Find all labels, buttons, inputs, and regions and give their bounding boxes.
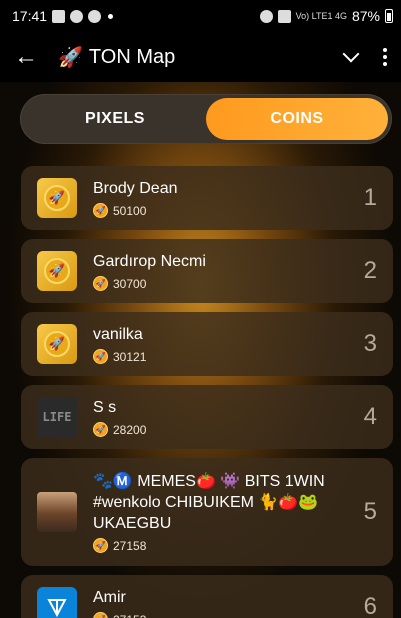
player-name: Brody Dean <box>93 180 178 197</box>
ton-logo-icon <box>37 587 77 618</box>
page-title: 🚀 TON Map <box>58 45 175 70</box>
coin-icon: 🚀 <box>93 612 108 618</box>
back-arrow-icon[interactable]: ← <box>14 43 50 71</box>
rank-number: 2 <box>363 257 377 284</box>
avatar: LIFE <box>37 397 77 437</box>
rocket-coin-icon: 🚀 <box>44 258 70 284</box>
leaderboard-panel: PIXELS COINS 🚀 Brody Dean 🚀 50100 1 🚀 Gar… <box>0 82 401 618</box>
title-text: TON Map <box>88 45 176 68</box>
rank-number: 1 <box>363 184 377 211</box>
player-name: Amir <box>93 589 126 606</box>
battery-percent: 87% <box>351 8 380 24</box>
rank-number: 3 <box>363 330 377 357</box>
coin-icon: 🚀 <box>93 538 108 553</box>
alarm-icon <box>259 9 273 23</box>
player-name: 🐾Ⓜ️ MEMES🍅 👾 BITS 1WIN #wenkolo CHIBUIKE… <box>93 473 325 532</box>
notification-dot-icon <box>108 13 114 19</box>
avatar: 🚀 <box>37 324 77 364</box>
avatar: 🚀 <box>37 178 77 218</box>
more-menu-icon[interactable] <box>383 48 387 66</box>
list-item[interactable]: 🚀 Brody Dean 🚀 50100 1 <box>21 166 393 230</box>
coin-icon: 🚀 <box>93 276 108 291</box>
battery-icon <box>385 9 393 23</box>
player-name: S s <box>93 399 117 416</box>
player-score: 30700 <box>113 276 147 291</box>
tab-pixels[interactable]: PIXELS <box>24 98 206 140</box>
mute-icon <box>277 9 291 23</box>
player-score: 27158 <box>113 538 147 553</box>
rocket-icon: 🚀 <box>58 46 83 69</box>
segment-toggle: PIXELS COINS <box>20 94 392 144</box>
coin-icon: 🚀 <box>93 349 108 364</box>
list-item[interactable]: LIFE S s 🚀 28200 4 <box>21 385 393 449</box>
list-item[interactable]: 🚀 Gardırop Necmi 🚀 30700 2 <box>21 239 393 303</box>
list-item[interactable]: Amir 🚀 27153 6 <box>21 575 393 618</box>
coin-icon: 🚀 <box>93 203 108 218</box>
player-score: 27153 <box>113 613 146 618</box>
rank-number: 5 <box>363 498 377 525</box>
app-header: ← 🚀 TON Map <box>0 32 401 82</box>
rocket-coin-icon: 🚀 <box>44 331 70 357</box>
clock: 17:41 <box>12 8 48 24</box>
rocket-coin-icon: 🚀 <box>44 185 70 211</box>
player-score: 30121 <box>113 349 147 364</box>
tab-coins[interactable]: COINS <box>206 98 388 140</box>
coin-icon: 🚀 <box>93 422 108 437</box>
rank-number: 4 <box>363 403 377 430</box>
whatsapp-icon <box>70 9 84 23</box>
chevron-down-icon[interactable] <box>342 45 360 63</box>
status-bar: 17:41 Vo) LTE1 4G 87% <box>0 0 401 32</box>
player-name: vanilka <box>93 326 143 343</box>
avatar: 🚀 <box>37 251 77 291</box>
player-score: 50100 <box>113 203 147 218</box>
rank-number: 6 <box>363 593 377 618</box>
at-icon <box>88 9 102 23</box>
player-name: Gardırop Necmi <box>93 253 206 270</box>
gallery-icon <box>52 9 66 23</box>
player-score: 28200 <box>113 422 147 437</box>
list-item[interactable]: 🐾Ⓜ️ MEMES🍅 👾 BITS 1WIN #wenkolo CHIBUIKE… <box>21 458 393 566</box>
list-item[interactable]: 🚀 vanilka 🚀 30121 3 <box>21 312 393 376</box>
network-indicator: Vo) LTE1 4G <box>295 11 347 21</box>
avatar <box>37 492 77 532</box>
